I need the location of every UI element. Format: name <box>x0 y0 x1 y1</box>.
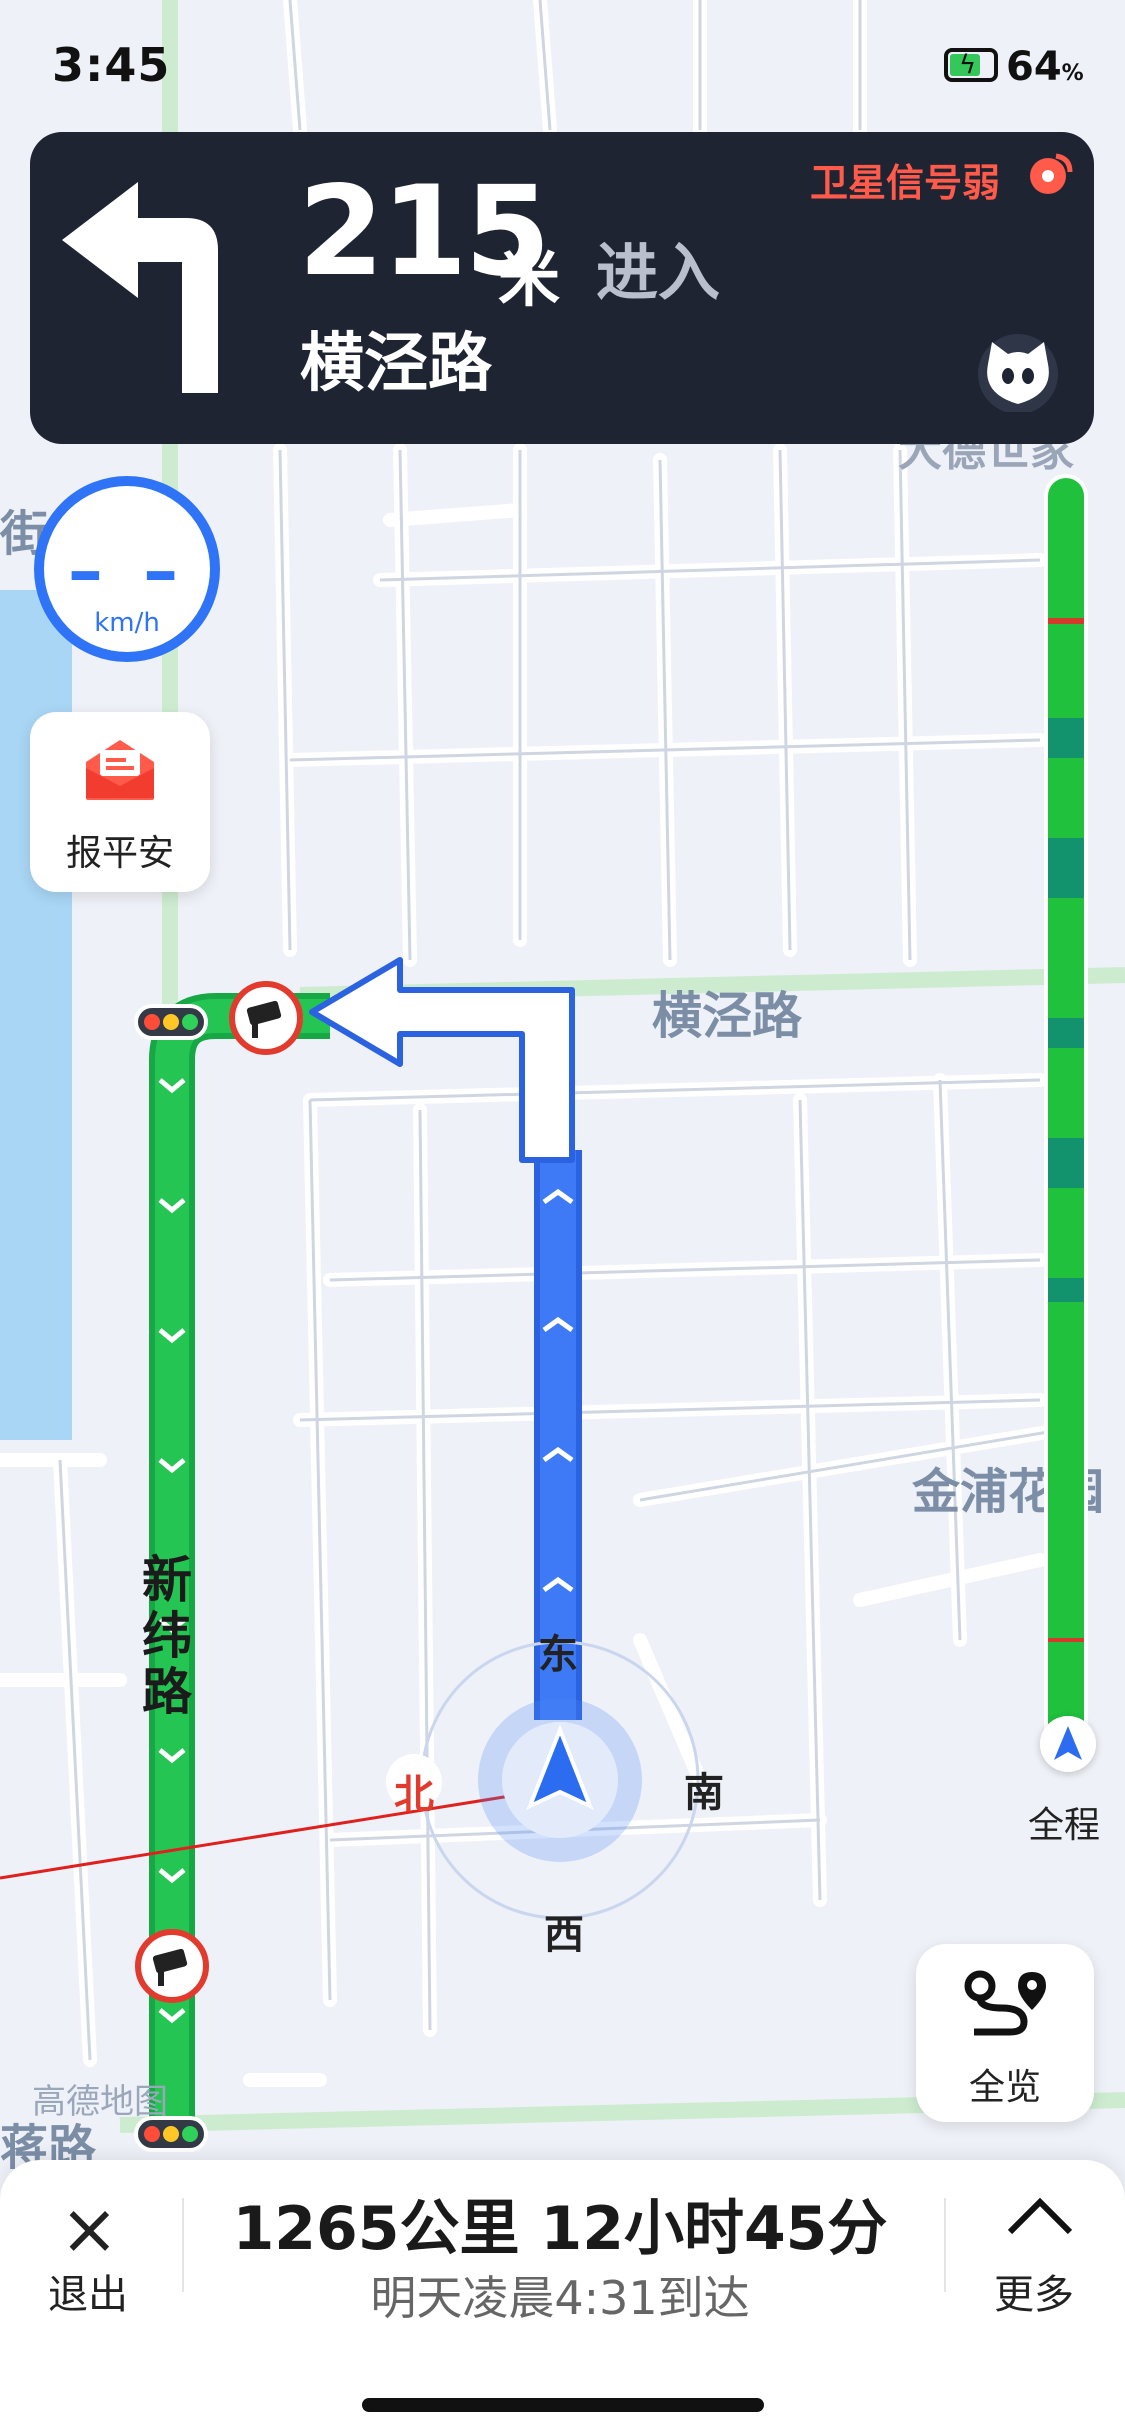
exit-button[interactable]: 退出 <box>48 2262 128 2320</box>
turn-left-icon <box>62 182 218 393</box>
home-indicator[interactable] <box>362 2398 764 2412</box>
map-watermark: 高德地图 <box>32 2082 168 2122</box>
route-progress-bar <box>1048 478 1084 1748</box>
next-road-name: 横泾路 <box>300 327 492 401</box>
speed-unit: km/h <box>94 608 160 638</box>
progress-car-icon <box>1040 1716 1096 1772</box>
gps-weak-warning: 卫星信号弱 <box>810 161 1001 205</box>
maneuver-action: 进入 <box>596 236 721 309</box>
route-overview-icon <box>964 1970 1046 2036</box>
trip-summary: 1265公里 12小时45分 <box>232 2194 888 2264</box>
speed-camera-icon-2 <box>135 1929 209 2003</box>
full-route-label[interactable]: 全程 <box>1028 1796 1100 1848</box>
traffic-light-icon <box>134 1004 208 1040</box>
report-safety-button[interactable]: 报平安 <box>30 712 210 892</box>
overview-label: 全览 <box>968 2067 1041 2108</box>
speed-indicator: – – km/h <box>34 476 220 662</box>
divider-right <box>944 2198 946 2292</box>
satellite-icon <box>1030 153 1073 194</box>
compass-north: 北 <box>394 1772 434 1818</box>
arrival-time: 明天凌晨4:31到达 <box>370 2271 750 2325</box>
speed-value: – – <box>67 530 187 612</box>
status-time: 3:45 <box>52 38 171 92</box>
road-label-xinwei: 新纬路 <box>142 1551 192 1721</box>
compass-south: 南 <box>684 1770 724 1816</box>
more-button[interactable]: 更多 <box>994 2262 1074 2320</box>
envelope-icon <box>86 740 154 800</box>
road-label-hengjing: 横泾路 <box>652 987 802 1045</box>
compass-west: 西 <box>544 1912 584 1958</box>
chevron-up-icon[interactable] <box>1006 2196 1074 2236</box>
overview-button[interactable]: 全览 <box>916 1944 1094 2122</box>
distance-unit: 米 <box>498 242 561 315</box>
close-icon[interactable]: × <box>60 2188 119 2270</box>
battery-icon: ϟ <box>944 48 998 82</box>
battery-percent: 64% <box>1006 44 1084 90</box>
compass-east: 东 <box>538 1632 578 1678</box>
speed-camera-icon <box>229 981 303 1055</box>
voice-assistant-icon[interactable] <box>976 334 1060 412</box>
report-safety-label: 报平安 <box>65 833 174 874</box>
